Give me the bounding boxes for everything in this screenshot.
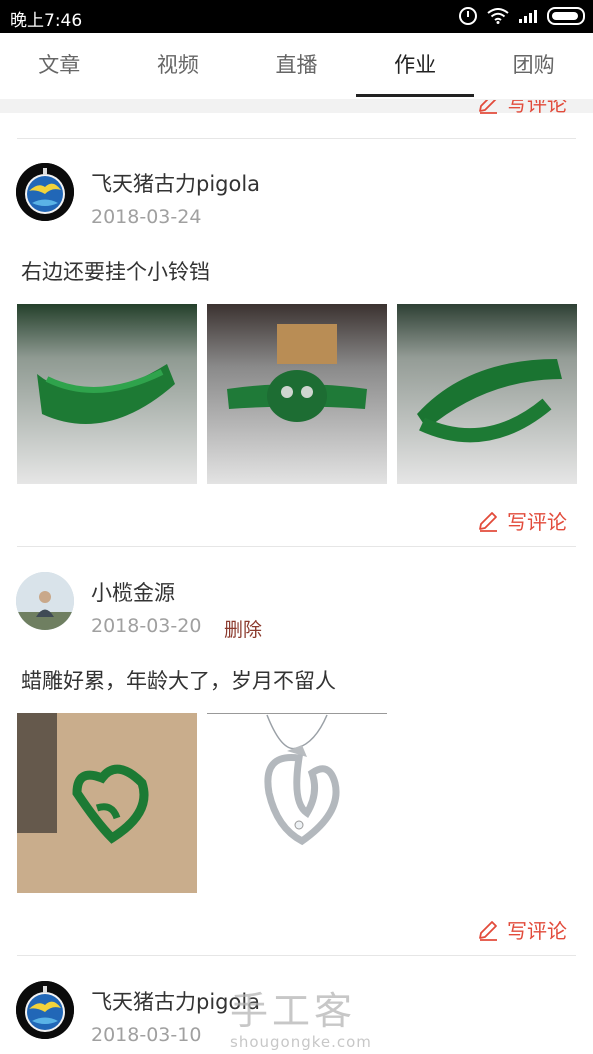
watermark-domain: shougongke.com bbox=[230, 1033, 372, 1051]
tab-homework[interactable]: 作业 bbox=[355, 33, 475, 99]
tab-bar: 文章 视频 直播 作业 团购 bbox=[0, 33, 593, 99]
person-avatar-icon bbox=[16, 572, 74, 630]
delete-button[interactable]: 删除 bbox=[224, 615, 262, 642]
watermark-title: 手工客 bbox=[230, 989, 357, 1033]
pencil-icon bbox=[479, 920, 497, 941]
post-username[interactable]: 小榄金源 bbox=[91, 577, 175, 607]
avatar[interactable] bbox=[16, 572, 74, 630]
divider bbox=[17, 138, 576, 139]
battery-icon bbox=[547, 7, 585, 25]
write-comment-label: 写评论 bbox=[507, 100, 567, 116]
write-comment-button-prev[interactable]: 写评论 bbox=[477, 100, 567, 120]
tab-group-buy[interactable]: 团购 bbox=[474, 33, 593, 99]
write-comment-button[interactable]: 写评论 bbox=[477, 915, 567, 944]
green-ring-photo bbox=[207, 304, 387, 484]
post-date: 2018-03-20 bbox=[91, 615, 202, 637]
post-image[interactable] bbox=[207, 713, 387, 893]
globe-avatar-icon bbox=[16, 981, 74, 1039]
post-image[interactable] bbox=[397, 304, 577, 484]
post-text: 蜡雕好累，年龄大了，岁月不留人 bbox=[21, 669, 336, 693]
post-image[interactable] bbox=[207, 304, 387, 484]
divider bbox=[17, 546, 576, 547]
watermark: 手工客 shougongke.com bbox=[230, 980, 372, 1051]
post-image[interactable] bbox=[17, 304, 197, 484]
avatar[interactable] bbox=[16, 163, 74, 221]
silver-heart-pendant-photo bbox=[207, 713, 387, 893]
pencil-icon bbox=[479, 100, 497, 114]
green-ring-photo bbox=[397, 304, 577, 484]
pencil-icon bbox=[479, 511, 497, 532]
tab-videos[interactable]: 视频 bbox=[119, 33, 238, 99]
globe-avatar-icon bbox=[16, 163, 74, 221]
divider bbox=[17, 955, 576, 956]
write-comment-label: 写评论 bbox=[507, 510, 567, 534]
wifi-icon bbox=[487, 8, 509, 24]
write-comment-button[interactable]: 写评论 bbox=[477, 506, 567, 535]
tab-live[interactable]: 直播 bbox=[237, 33, 356, 99]
status-bar: 晚上7:46 bbox=[0, 0, 593, 33]
avatar[interactable] bbox=[16, 981, 74, 1039]
alarm-icon bbox=[459, 7, 477, 25]
green-ring-photo bbox=[17, 304, 197, 484]
post-date: 2018-03-10 bbox=[91, 1024, 202, 1046]
status-time: 晚上7:46 bbox=[10, 11, 83, 31]
signal-icon bbox=[519, 9, 537, 23]
tab-articles[interactable]: 文章 bbox=[0, 33, 119, 99]
write-comment-label: 写评论 bbox=[507, 919, 567, 943]
post-username[interactable]: 飞天猪古力pigola bbox=[91, 168, 260, 198]
status-icons bbox=[459, 7, 585, 25]
post-image[interactable] bbox=[17, 713, 197, 893]
wax-heart-photo bbox=[17, 713, 197, 893]
post-date: 2018-03-24 bbox=[91, 206, 202, 228]
post-text: 右边还要挂个小铃铛 bbox=[21, 260, 210, 284]
